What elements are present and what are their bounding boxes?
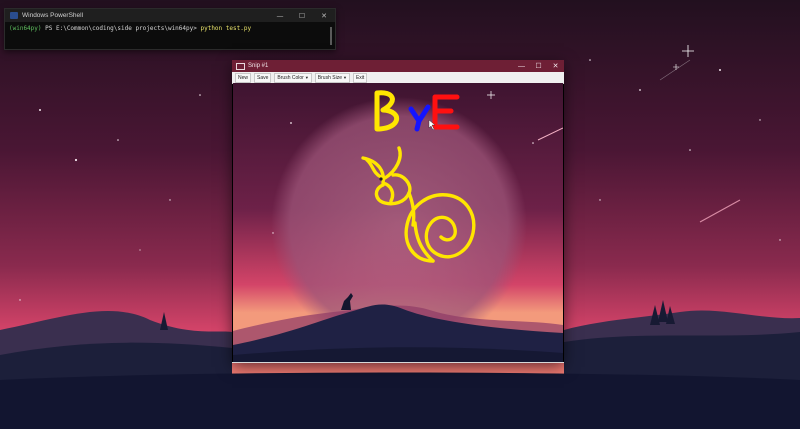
brush-size-dropdown[interactable]: Brush Size▼	[314, 72, 350, 83]
brush-color-dropdown[interactable]: Brush Color▼	[274, 72, 312, 83]
powershell-icon	[10, 12, 18, 19]
prompt-path: PS E:\Common\coding\side projects\win64p…	[45, 25, 197, 32]
console-command: python test.py	[200, 25, 252, 32]
brush-color-label: Brush Color	[277, 74, 304, 81]
powershell-title: Windows PowerShell	[22, 12, 84, 19]
snip-title: Snip #1	[248, 63, 269, 69]
chevron-down-icon: ▼	[304, 74, 309, 80]
snip-image	[233, 83, 563, 363]
snip-window[interactable]: Snip #1 — ☐ ✕ New Save Brush Color▼ Brus…	[232, 60, 564, 363]
brush-size-label: Brush Size	[317, 74, 342, 81]
powershell-scrollbar[interactable]	[330, 27, 332, 45]
maximize-button[interactable]: ☐	[291, 12, 313, 20]
prompt-env: (win64py)	[9, 25, 42, 32]
close-button[interactable]: ✕	[313, 12, 335, 20]
snip-maximize-button[interactable]: ☐	[530, 62, 547, 70]
chevron-down-icon: ▼	[342, 74, 347, 80]
new-button[interactable]: New	[235, 72, 252, 83]
snip-app-icon	[236, 62, 245, 70]
desktop: Windows PowerShell — ☐ ✕ (win64py) PS E:…	[0, 0, 800, 429]
powershell-console[interactable]: (win64py) PS E:\Common\coding\side proje…	[5, 22, 335, 35]
snip-bottom-border	[232, 362, 564, 363]
save-button[interactable]: Save	[254, 72, 272, 83]
snip-minimize-button[interactable]: —	[513, 63, 530, 70]
minimize-button[interactable]: —	[269, 12, 291, 20]
exit-button[interactable]: Exit	[352, 72, 368, 83]
snip-drawing-canvas[interactable]	[233, 83, 563, 363]
powershell-titlebar[interactable]: Windows PowerShell — ☐ ✕	[5, 9, 335, 22]
snip-close-button[interactable]: ✕	[547, 62, 564, 70]
powershell-window[interactable]: Windows PowerShell — ☐ ✕ (win64py) PS E:…	[4, 8, 336, 50]
snip-titlebar[interactable]: Snip #1 — ☐ ✕	[232, 60, 564, 72]
